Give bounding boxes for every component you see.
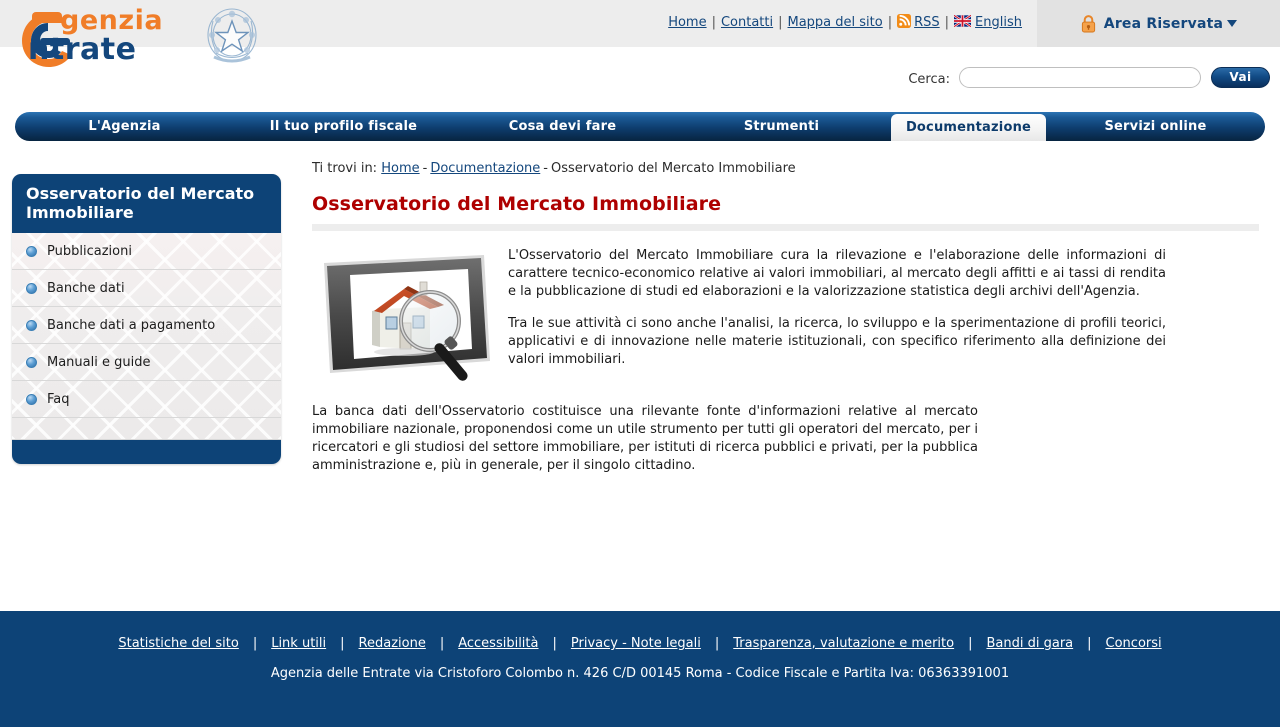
breadcrumb-link-home[interactable]: Home bbox=[381, 161, 419, 176]
area-riservata-button[interactable]: Area Riservata bbox=[1037, 0, 1280, 47]
intro-paragraph-3: La banca dati dell'Osservatorio costitui… bbox=[312, 404, 978, 473]
search-submit-button[interactable]: Vai bbox=[1211, 67, 1270, 88]
link-separator: | bbox=[887, 15, 893, 30]
sidebar-item-banche-dati[interactable]: Banche dati bbox=[12, 270, 281, 307]
link-separator: | bbox=[778, 15, 783, 30]
sidebar-item-pubblicazioni[interactable]: Pubblicazioni bbox=[12, 233, 281, 270]
sidebar-item-banche-dati-a-pagamento[interactable]: Banche dati a pagamento bbox=[12, 307, 281, 344]
title-divider bbox=[312, 224, 1259, 231]
breadcrumb-link-documentazione[interactable]: Documentazione bbox=[430, 161, 540, 176]
search-label: Cerca: bbox=[908, 72, 950, 87]
uk-flag-icon[interactable] bbox=[954, 15, 972, 27]
sidebar: Osservatorio del Mercato Immobiliare Pub… bbox=[12, 174, 281, 464]
footer-separator: | bbox=[552, 636, 557, 651]
sidebar-item-label: Banche dati bbox=[47, 280, 125, 296]
breadcrumb-prefix: Ti trovi in: bbox=[312, 161, 378, 176]
breadcrumb-separator: - bbox=[543, 161, 548, 176]
footer-link-concorsi[interactable]: Concorsi bbox=[1106, 636, 1162, 651]
footer-link-statistiche-del-sito[interactable]: Statistiche del sito bbox=[118, 636, 238, 651]
main-navigation: L'Agenzia Il tuo profilo fiscale Cosa de… bbox=[15, 112, 1265, 141]
sidebar-item-label: Manuali e guide bbox=[47, 354, 151, 370]
footer-separator: | bbox=[1087, 636, 1092, 651]
padlock-icon bbox=[1081, 15, 1095, 33]
sidebar-item-faq[interactable]: Faq bbox=[12, 381, 281, 418]
logo-text-entrate: ntrate bbox=[28, 32, 137, 67]
top-links: Home | Contatti | Mappa del sito | RSS | English bbox=[668, 14, 1022, 30]
nav-item-strumenti[interactable]: Strumenti bbox=[672, 112, 891, 141]
bullet-icon bbox=[26, 319, 37, 331]
footer-separator: | bbox=[340, 636, 345, 651]
sidebar-item-label: Faq bbox=[47, 391, 70, 407]
breadcrumb-current: Osservatorio del Mercato Immobiliare bbox=[550, 161, 796, 176]
footer-separator: | bbox=[968, 636, 973, 651]
sidebar-item-label: Pubblicazioni bbox=[47, 243, 132, 259]
footer-link-trasparenza-valutazione-e-merito[interactable]: Trasparenza, valutazione e merito bbox=[733, 636, 954, 651]
footer-separator: | bbox=[714, 636, 720, 651]
sidebar-footer-bar bbox=[12, 440, 281, 464]
breadcrumb-separator: - bbox=[422, 161, 428, 176]
sidebar-item-label: Banche dati a pagamento bbox=[47, 317, 216, 333]
tablet-house-illustration bbox=[312, 249, 498, 385]
page-title: Osservatorio del Mercato Immobiliare bbox=[312, 193, 722, 215]
sidebar-spacer bbox=[12, 418, 281, 440]
rss-icon[interactable] bbox=[897, 14, 912, 28]
sidebar-item-manuali-e-guide[interactable]: Manuali e guide bbox=[12, 344, 281, 381]
bullet-icon bbox=[26, 356, 37, 368]
footer-links: Statistiche del sito | Link utili | Redazion… bbox=[0, 636, 1280, 651]
footer-link-link-utili[interactable]: Link utili bbox=[271, 636, 326, 651]
chevron-down-icon[interactable] bbox=[1227, 20, 1238, 27]
footer-address: Agenzia delle Entrate via Cristoforo Col… bbox=[270, 666, 1010, 681]
nav-item-servizi-online[interactable]: Servizi online bbox=[1046, 112, 1265, 141]
nav-item-lagenzia[interactable]: L'Agenzia bbox=[15, 112, 234, 141]
main-content: Osservatorio del Mercato Immobiliare L'O… bbox=[312, 193, 1260, 475]
breadcrumb: Ti trovi in: Home - Documentazione - Osserva… bbox=[312, 161, 796, 176]
top-link-home[interactable]: Home bbox=[668, 15, 706, 30]
page-body: Ti trovi in: Home - Documentazione - Osserva… bbox=[0, 141, 1280, 611]
footer-link-bandi-di-gara[interactable]: Bandi di gara bbox=[986, 636, 1073, 651]
site-footer: Statistiche del sito | Link utili | Redazion… bbox=[0, 611, 1280, 727]
bullet-icon bbox=[26, 245, 37, 257]
intro-block: L'Osservatorio del Mercato Immobiliare c… bbox=[312, 247, 1260, 391]
site-logo[interactable]: genzia ntrate bbox=[8, 2, 258, 78]
footer-separator: | bbox=[439, 636, 445, 651]
intro-paragraph-1: L'Osservatorio del Mercato Immobiliare c… bbox=[508, 248, 1166, 299]
italy-republic-emblem-icon bbox=[207, 8, 257, 63]
footer-separator: | bbox=[252, 636, 258, 651]
sidebar-title: Osservatorio del Mercato Immobiliare bbox=[12, 174, 281, 233]
intro-paragraph-2: Tra le sue attività ci sono anche l'anal… bbox=[508, 316, 1166, 367]
site-header: genzia ntrate Home | Contatti | Mappa del si… bbox=[0, 0, 1280, 67]
sidebar-menu: Pubblicazioni Banche dati Banche dati a … bbox=[12, 233, 281, 440]
search-input[interactable] bbox=[959, 67, 1201, 88]
top-link-mappa-del-sito[interactable]: Mappa del sito bbox=[788, 15, 883, 30]
footer-link-redazione[interactable]: Redazione bbox=[359, 636, 426, 651]
bullet-icon bbox=[26, 393, 37, 405]
nav-item-cosa-devi-fare[interactable]: Cosa devi fare bbox=[453, 112, 672, 141]
footer-link-accessibilita[interactable]: Accessibilità bbox=[458, 636, 538, 651]
nav-item-documentazione[interactable]: Documentazione bbox=[891, 114, 1046, 141]
link-separator: | bbox=[711, 15, 716, 30]
top-link-rss[interactable]: RSS bbox=[914, 15, 940, 30]
top-link-english[interactable]: English bbox=[975, 15, 1022, 30]
area-riservata-label: Area Riservata bbox=[1103, 15, 1224, 32]
footer-link-privacy-note-legali[interactable]: Privacy - Note legali bbox=[571, 636, 701, 651]
top-link-contatti[interactable]: Contatti bbox=[721, 15, 773, 30]
nav-item-il-tuo-profilo-fiscale[interactable]: Il tuo profilo fiscale bbox=[234, 112, 453, 141]
bullet-icon bbox=[26, 282, 37, 294]
tablet-with-house-and-magnifier-icon bbox=[324, 255, 490, 381]
link-separator: | bbox=[944, 15, 950, 30]
